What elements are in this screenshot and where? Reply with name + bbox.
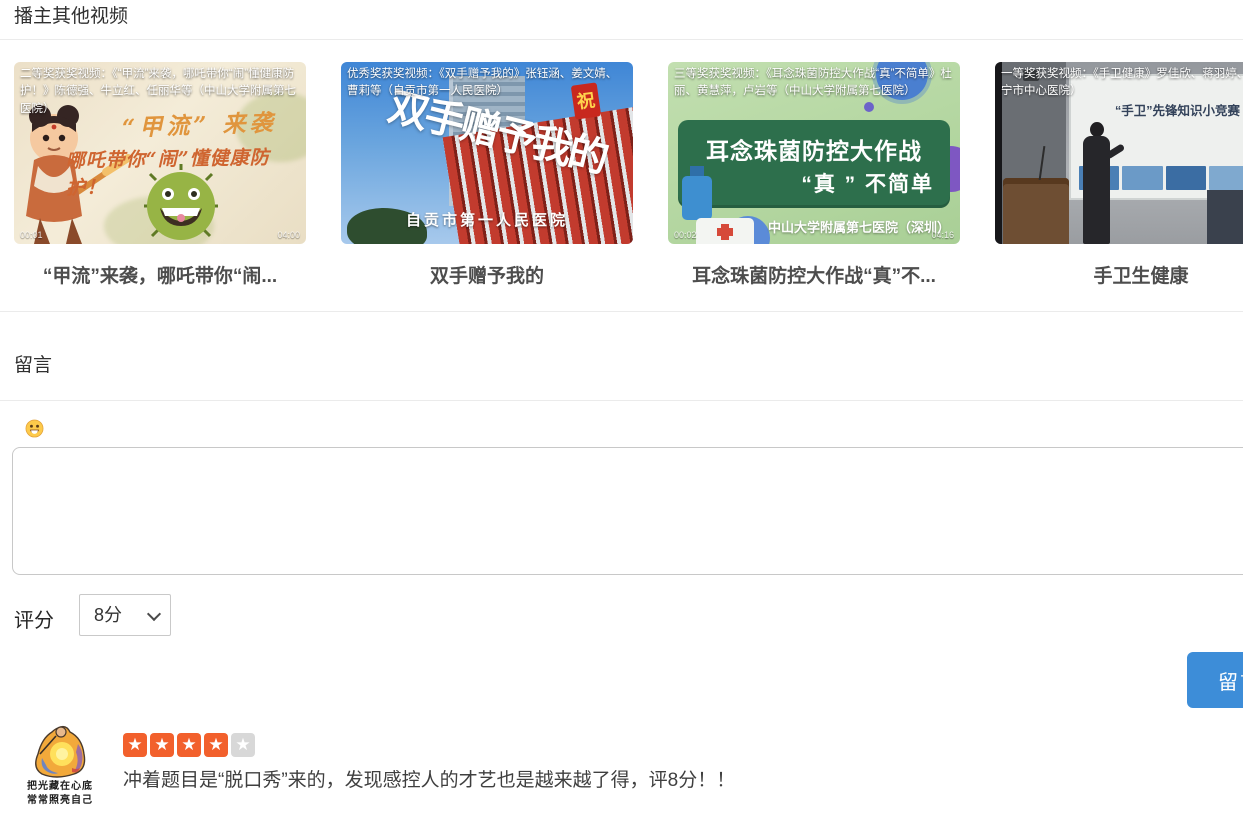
rating-select[interactable]: 8分: [79, 594, 171, 636]
video-thumbnail[interactable]: 祝 双手赠予我的 自贡市第一人民医院 优秀奖获奖视频：《双手赠予我的》张钰涵、姜…: [341, 62, 633, 244]
video-caption[interactable]: 耳念珠菌防控大作战“真”不...: [668, 261, 960, 288]
submit-comment-button[interactable]: 留言: [1187, 652, 1243, 708]
timestamp-duration: 04:16: [931, 230, 954, 240]
thumb-art-subtitle: 自贡市第一人民医院: [341, 209, 633, 230]
thumb-overlay-text: 二等奖获奖视频：《“甲流”来袭，哪吒带你“闹”懂健康防护！》陈德强、牛立红、任丽…: [14, 62, 306, 122]
divider: [0, 311, 1243, 312]
video-caption[interactable]: 双手赠予我的: [341, 261, 633, 288]
video-card-ernianzhujun[interactable]: 耳念珠菌防控大作战 “真 ” 不简单 中山大学附属第七医院（深圳） 三等奖获奖视…: [668, 62, 960, 288]
timestamp-duration: 04:00: [277, 230, 300, 240]
thumb-art-subtitle: “真 ” 不简单: [801, 168, 934, 198]
thumb-overlay-text: 优秀奖获奖视频：《双手赠予我的》张钰涵、姜文婧、曹莉等（自贡市第一人民医院）: [341, 62, 633, 105]
judge-desk: [1207, 190, 1243, 244]
other-videos-title: 播主其他视频: [14, 1, 128, 28]
star-empty-icon: ★: [231, 733, 255, 757]
avatar-artwork: [28, 724, 92, 780]
divider: [0, 39, 1243, 40]
star-rating: ★★★★★: [123, 733, 255, 757]
video-card-jiaoliu[interactable]: “甲流” 来袭 哪吒带你“闹”懂健康防护！ 二等奖获奖视频：《“甲流”来袭，哪吒…: [14, 62, 306, 288]
star-filled-icon: ★: [177, 733, 201, 757]
video-card-shouwei[interactable]: “手卫”先锋知识小竞赛 一等奖获奖视频：《手卫健康》罗佳欣、蒋羽婷、汤小 宁市中…: [995, 62, 1243, 288]
star-filled-icon: ★: [204, 733, 228, 757]
video-caption[interactable]: “甲流”来袭，哪吒带你“闹...: [14, 261, 306, 288]
avatar-caption-line2: 常常照亮自己: [14, 794, 106, 808]
presenter-silhouette: [1081, 122, 1111, 244]
comment-text: 冲着题目是“脱口秀”来的，发现感控人的才艺也是越来越了得，评8分！！: [123, 765, 1223, 792]
thumb-hospital-name: 中山大学附属第七医院（深圳）: [768, 217, 950, 236]
star-filled-icon: ★: [150, 733, 174, 757]
thumb-art-subtitle: 哪吒带你“闹”懂健康防护！: [66, 142, 306, 200]
first-aid-kit-illustration: [696, 218, 754, 244]
video-card-shuangshou[interactable]: 祝 双手赠予我的 自贡市第一人民医院 优秀奖获奖视频：《双手赠予我的》张钰涵、姜…: [341, 62, 633, 288]
rating-select-wrap: 8分: [79, 594, 171, 636]
video-thumbnail[interactable]: 耳念珠菌防控大作战 “真 ” 不简单 中山大学附属第七医院（深圳） 三等奖获奖视…: [668, 62, 960, 244]
rating-label: 评分: [14, 604, 54, 633]
sanitizer-bottle-illustration: [682, 176, 712, 220]
thumb-overlay-text: 三等奖获奖视频：《耳念珠菌防控大作战“真”不简单》杜丽、黄慧萍，卢岩等（中山大学…: [668, 62, 960, 105]
avatar-caption-line1: 把光藏在心底: [14, 780, 106, 794]
comments-title: 留言: [14, 350, 52, 377]
timestamp-start: 00:01: [20, 230, 43, 240]
podium-illustration: [1003, 178, 1069, 244]
comment-textarea[interactable]: [12, 447, 1243, 575]
divider: [0, 400, 1243, 401]
video-thumbnail[interactable]: “甲流” 来袭 哪吒带你“闹”懂健康防护！ 二等奖获奖视频：《“甲流”来袭，哪吒…: [14, 62, 306, 244]
page: 播主其他视频: [0, 0, 1243, 831]
video-thumbnail[interactable]: “手卫”先锋知识小竞赛 一等奖获奖视频：《手卫健康》罗佳欣、蒋羽婷、汤小 宁市中…: [995, 62, 1243, 244]
video-caption[interactable]: 手卫生健康: [995, 261, 1243, 288]
emoji-icon[interactable]: [25, 419, 44, 438]
avatar: 把光藏在心底 常常照亮自己: [14, 724, 106, 807]
timestamp-start: 00:02: [674, 230, 697, 240]
star-filled-icon: ★: [123, 733, 147, 757]
video-grid: “甲流” 来袭 哪吒带你“闹”懂健康防护！ 二等奖获奖视频：《“甲流”来袭，哪吒…: [14, 62, 1243, 288]
thumb-overlay-text: 一等奖获奖视频：《手卫健康》罗佳欣、蒋羽婷、汤小 宁市中心医院）: [995, 62, 1243, 105]
thumb-art-title: 耳念珠菌防控大作战: [668, 132, 960, 166]
